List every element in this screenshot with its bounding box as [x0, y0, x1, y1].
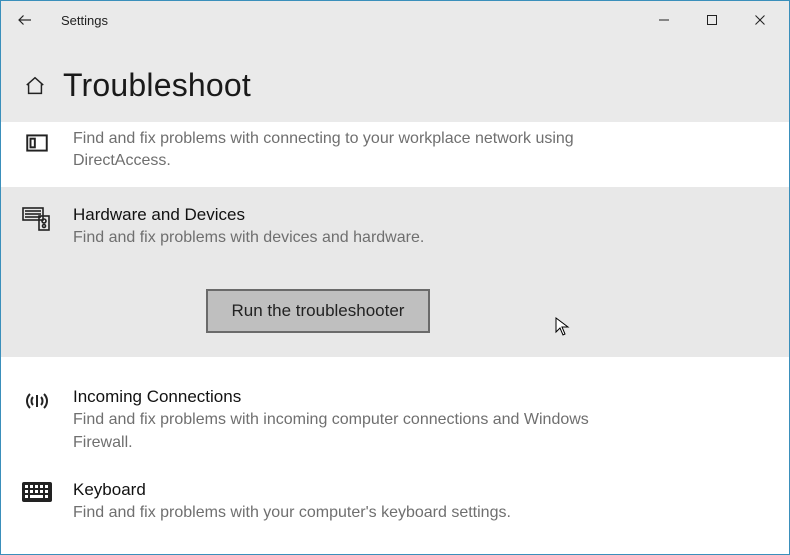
troubleshooter-desc: Find and fix problems with connecting to… [73, 128, 593, 173]
minimize-button[interactable] [641, 6, 687, 34]
maximize-button[interactable] [689, 6, 735, 34]
window-controls [641, 6, 783, 34]
content-area: Find and fix problems with connecting to… [1, 122, 789, 554]
run-troubleshooter-button[interactable]: Run the troubleshooter [206, 289, 431, 333]
troubleshooter-directaccess[interactable]: Find and fix problems with connecting to… [1, 122, 789, 187]
titlebar: Settings [1, 1, 789, 39]
home-icon [24, 75, 46, 97]
page-title: Troubleshoot [63, 67, 251, 104]
directaccess-icon [21, 130, 53, 156]
troubleshooter-title: Keyboard [73, 480, 593, 500]
troubleshooter-title: Incoming Connections [73, 387, 593, 407]
back-button[interactable] [11, 6, 39, 34]
troubleshooter-desc: Find and fix problems with your computer… [73, 502, 593, 524]
troubleshooter-title: Hardware and Devices [73, 205, 593, 225]
troubleshooter-keyboard[interactable]: Keyboard Find and fix problems with your… [1, 468, 789, 538]
page-header: Troubleshoot [1, 39, 789, 122]
minimize-icon [658, 14, 670, 26]
incoming-icon [21, 389, 53, 413]
cursor-icon [555, 317, 571, 337]
troubleshooter-desc: Find and fix problems with devices and h… [73, 227, 593, 249]
close-icon [754, 14, 766, 26]
settings-window: Settings [0, 0, 790, 555]
window-title: Settings [61, 13, 108, 28]
maximize-icon [706, 14, 718, 26]
troubleshooter-desc: Find and fix problems with incoming comp… [73, 409, 593, 454]
close-button[interactable] [737, 6, 783, 34]
keyboard-icon [21, 482, 53, 502]
home-button[interactable] [21, 72, 49, 100]
troubleshooter-incoming[interactable]: Incoming Connections Find and fix proble… [1, 375, 789, 468]
hardware-icon [21, 207, 53, 233]
troubleshooter-hardware[interactable]: Hardware and Devices Find and fix proble… [1, 187, 789, 357]
arrow-left-icon [16, 11, 34, 29]
